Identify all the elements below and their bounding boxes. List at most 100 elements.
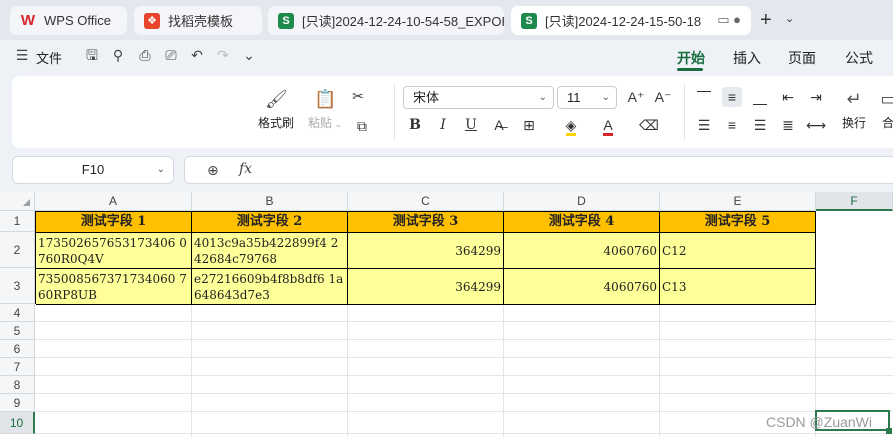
redo-icon[interactable]: ↷ [215, 47, 231, 63]
row-header-3[interactable]: 3 [0, 268, 35, 304]
save-icon[interactable]: 🖫 [84, 47, 100, 63]
font-name-select[interactable]: 宋体 ⌄ [403, 86, 554, 109]
tab-label: [只读]2024-12-24-10-54-58_EXPOR [302, 14, 504, 29]
gridline [35, 339, 893, 340]
format-painter-button[interactable]: 🖌 格式刷 [256, 88, 296, 131]
increase-font-icon[interactable]: A⁺ [626, 87, 646, 107]
column-header-d[interactable]: D [504, 192, 660, 211]
increase-indent-icon[interactable]: ⇥ [806, 87, 826, 107]
data-cell[interactable]: 173502657653173406 0760R0Q4V [36, 233, 192, 269]
file-menu[interactable]: 文件 [36, 48, 62, 67]
align-bottom-icon[interactable]: ⎽ [750, 87, 770, 107]
chevron-down-icon[interactable]: ⌄ [785, 12, 794, 25]
share-icon[interactable]: ⚲ [110, 47, 126, 63]
merge-button[interactable]: ▭ 合 [878, 88, 893, 131]
row-header-7[interactable]: 7 [0, 358, 35, 376]
data-cell[interactable]: 4060760 [504, 233, 660, 269]
data-cell[interactable]: 364299 [348, 269, 504, 305]
paste-icon: 📋 [314, 89, 337, 109]
justify-icon[interactable]: ≣ [778, 115, 798, 135]
data-cell[interactable]: 735008567371734060 760RP8UB [36, 269, 192, 305]
tab-export-file-1[interactable]: S [只读]2024-12-24-10-54-58_EXPOR [268, 6, 504, 35]
distributed-icon[interactable]: ⟷ [806, 115, 826, 135]
active-tab-indicator [677, 68, 703, 71]
function-icon[interactable]: fx [239, 161, 252, 177]
gridline [35, 375, 893, 376]
header-cell[interactable]: 测试字段 1 [36, 212, 192, 233]
font-color-icon[interactable]: A [598, 115, 618, 136]
tab-export-file-2[interactable]: S [只读]2024-12-24-15-50-18_ ▭ ● [511, 6, 751, 35]
zoom-icon[interactable]: ⊕ [207, 162, 219, 179]
paste-button[interactable]: 📋 粘贴 ⌄ [302, 88, 348, 131]
select-all-corner[interactable] [0, 192, 35, 211]
header-cell[interactable]: 测试字段 5 [660, 212, 816, 233]
font-size-select[interactable]: 11 ⌄ [557, 86, 617, 109]
docer-icon: ❖ [144, 12, 160, 29]
wrap-text-button[interactable]: ↵ 换行 [838, 88, 870, 131]
undo-icon[interactable]: ↶ [189, 47, 205, 63]
gridline [35, 433, 893, 434]
fill-handle[interactable] [886, 428, 892, 434]
underline-icon[interactable]: U [461, 115, 481, 135]
data-cell[interactable]: 364299 [348, 233, 504, 269]
bold-icon[interactable]: B [405, 115, 425, 135]
column-header-b[interactable]: B [192, 192, 348, 211]
tab-wps-office[interactable]: W WPS Office [10, 6, 127, 35]
gridline [35, 357, 893, 358]
italic-icon[interactable]: I [433, 115, 453, 135]
copy-icon[interactable]: ⧉ [352, 116, 372, 136]
header-cell[interactable]: 测试字段 4 [504, 212, 660, 233]
tab-formula[interactable]: 公式 [845, 48, 873, 68]
align-right-icon[interactable]: ☰ [750, 115, 770, 135]
tab-insert[interactable]: 插入 [733, 48, 761, 68]
row-header-1[interactable]: 1 [0, 211, 35, 232]
tab-start[interactable]: 开始 [677, 48, 705, 68]
align-top-icon[interactable]: ⎺ [694, 87, 714, 107]
wps-icon: W [20, 12, 36, 29]
column-header-e[interactable]: E [660, 192, 816, 211]
row-header-10[interactable]: 10 [0, 412, 35, 434]
chevron-down-icon[interactable]: ⌄ [241, 47, 257, 63]
row-header-2[interactable]: 2 [0, 232, 35, 268]
align-left-icon[interactable]: ☰ [694, 115, 714, 135]
align-middle-icon[interactable]: ≡ [722, 87, 742, 107]
formula-bar: F10 ⌄ ⊕ fx [0, 152, 893, 190]
align-center-icon[interactable]: ≡ [722, 115, 742, 135]
column-header-f[interactable]: F [816, 192, 893, 211]
decrease-indent-icon[interactable]: ⇤ [778, 87, 798, 107]
tab-page[interactable]: 页面 [788, 48, 816, 68]
new-tab-plus-icon[interactable]: + [760, 9, 772, 32]
header-cell[interactable]: 测试字段 2 [192, 212, 348, 233]
clear-format-icon[interactable]: ⌫ [639, 115, 659, 135]
fill-color-icon[interactable]: ◈ [561, 115, 581, 136]
name-box[interactable]: F10 ⌄ [12, 156, 174, 184]
row-header-6[interactable]: 6 [0, 340, 35, 358]
cut-icon[interactable]: ✂ [348, 86, 368, 106]
menu-icon[interactable]: ☰ [14, 47, 30, 63]
strikethrough-icon[interactable]: A̶ [489, 115, 509, 135]
row-header-9[interactable]: 9 [0, 394, 35, 412]
column-header-c[interactable]: C [348, 192, 504, 211]
tab-label: [只读]2024-12-24-15-50-18_ [545, 14, 701, 29]
spreadsheet-grid[interactable]: A B C D E F 1 2 3 4 5 6 7 8 9 10 测试字段 1 … [0, 192, 893, 437]
gridline [35, 321, 893, 322]
border-icon[interactable]: ⊞ [519, 115, 539, 135]
tab-status-icons: ▭ ● [717, 12, 741, 27]
print-icon[interactable]: ⎙ [137, 47, 153, 63]
decrease-font-icon[interactable]: A⁻ [653, 87, 673, 107]
row-header-8[interactable]: 8 [0, 376, 35, 394]
data-cell[interactable]: 4060760 [504, 269, 660, 305]
formula-input[interactable]: ⊕ fx [184, 156, 893, 184]
format-painter-label: 格式刷 [257, 116, 294, 130]
gridline [35, 393, 893, 394]
column-header-a[interactable]: A [35, 192, 192, 211]
data-cell[interactable]: C13 [660, 269, 816, 305]
tab-docer-templates[interactable]: ❖ 找稻壳模板 [134, 6, 262, 35]
header-cell[interactable]: 测试字段 3 [348, 212, 504, 233]
data-cell[interactable]: 4013c9a35b422899f4 242684c79768 [192, 233, 348, 269]
print-preview-icon[interactable]: ⎚ [163, 47, 179, 63]
data-cell[interactable]: C12 [660, 233, 816, 269]
row-header-4[interactable]: 4 [0, 304, 35, 322]
row-header-5[interactable]: 5 [0, 322, 35, 340]
data-cell[interactable]: e27216609b4f8b8df6 1a648643d7e3 [192, 269, 348, 305]
